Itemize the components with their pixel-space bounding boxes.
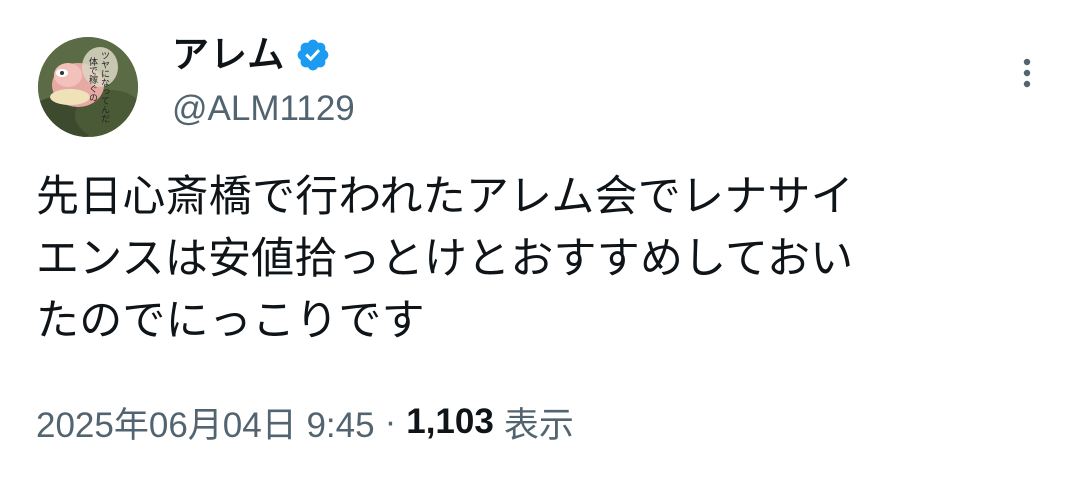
verified-badge-icon <box>295 37 331 73</box>
more-vertical-icon[interactable] <box>1012 54 1042 94</box>
avatar-image: ツヤになってんだ 体で稼ぐの <box>38 37 138 137</box>
meta-separator: · <box>384 402 397 441</box>
avatar-caption-2: 体で稼ぐの <box>87 56 98 102</box>
tweet-meta: 2025年06月04日 9:45 · 1,103 表示 <box>36 392 574 452</box>
display-name[interactable]: アレム <box>172 30 285 80</box>
views-label: 表示 <box>503 405 574 446</box>
tweet-text: 先日心斎橋で行われたアレム会でレナサイ エンスは安値拾っとけとおすすめしておい … <box>36 172 854 346</box>
handle[interactable]: @ALM1129 <box>172 84 355 134</box>
views-count: 1,103 <box>406 402 494 441</box>
author-row: アレム <box>172 30 331 80</box>
tweet: ツヤになってんだ 体で稼ぐの アレム @ALM1129 先日心斎橋で行われたアレ… <box>0 0 1080 478</box>
avatar-caption: ツヤになってんだ <box>99 51 110 123</box>
avatar[interactable]: ツヤになってんだ 体で稼ぐの <box>38 37 138 137</box>
timestamp[interactable]: 2025年06月04日 9:45 <box>36 397 375 448</box>
